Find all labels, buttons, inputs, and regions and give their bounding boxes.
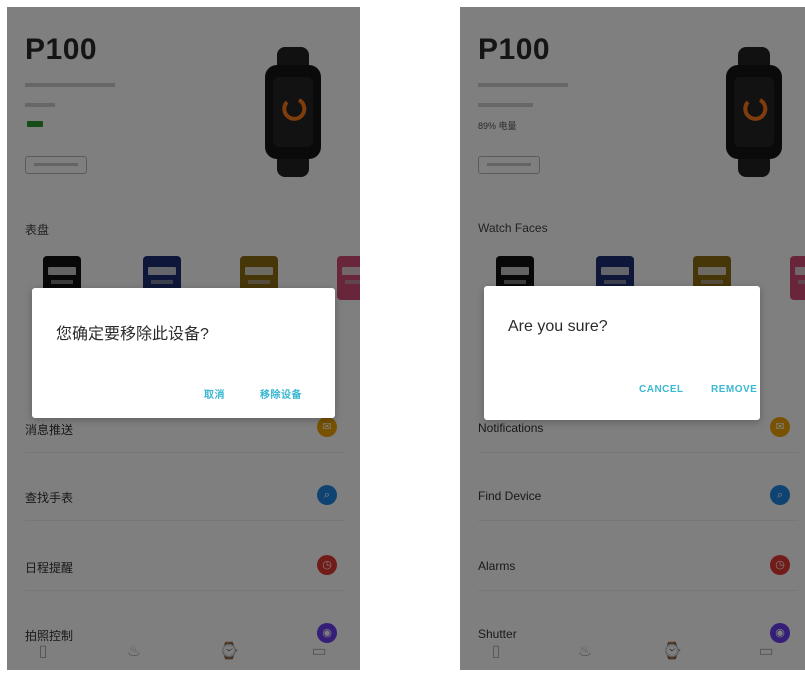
- remove-button[interactable]: REMOVE: [711, 384, 757, 395]
- screen-chinese: P100 表盘 消息推送 ✉ 查找手表 ⌕ 日程提醒 ◷ 拍照控制 ◉ ▯ ♨: [7, 7, 360, 670]
- remove-device-dialog: Are you sure? CANCEL REMOVE: [484, 286, 760, 420]
- screen-english: P100 89% 电量 Watch Faces Notifications ✉ …: [460, 7, 805, 670]
- remove-button[interactable]: 移除设备: [260, 386, 302, 401]
- cancel-button[interactable]: CANCEL: [639, 384, 684, 395]
- dialog-message: 您确定要移除此设备?: [56, 326, 209, 343]
- cancel-button[interactable]: 取消: [204, 386, 225, 401]
- dialog-message: Are you sure?: [508, 318, 608, 335]
- remove-device-dialog: 您确定要移除此设备? 取消 移除设备: [32, 288, 335, 418]
